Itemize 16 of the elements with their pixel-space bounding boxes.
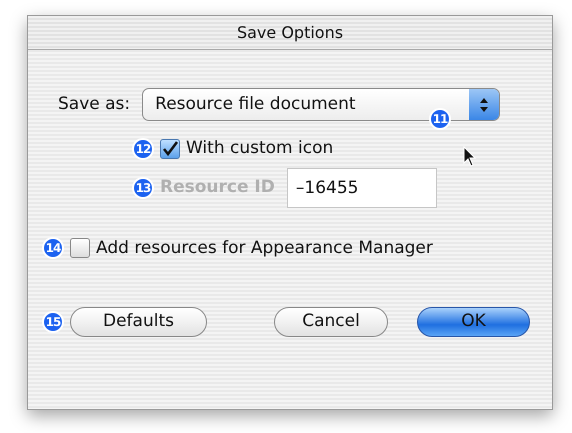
dialog-button[interactable]: OK	[417, 307, 530, 337]
up-down-arrows-icon	[479, 96, 490, 112]
dialog-button[interactable]: Defaults	[70, 307, 207, 337]
field-label: Resource ID	[160, 176, 275, 199]
callout-number: 12	[132, 138, 154, 160]
window-title: Save Options	[236, 22, 344, 44]
checkbox-label[interactable]: With custom icon	[186, 136, 334, 162]
dialog-button[interactable]: Cancel	[274, 307, 388, 337]
callout-number: 14	[42, 237, 64, 260]
checkbox-label[interactable]: Add resources for Appearance Manager	[96, 236, 433, 261]
checkbox[interactable]	[160, 138, 180, 159]
field-label: Save as:	[58, 92, 130, 116]
callout-number: 13	[132, 176, 154, 198]
callout-number: 15	[42, 311, 64, 333]
mouse-pointer-icon	[463, 146, 477, 168]
checkbox[interactable]	[70, 238, 90, 258]
